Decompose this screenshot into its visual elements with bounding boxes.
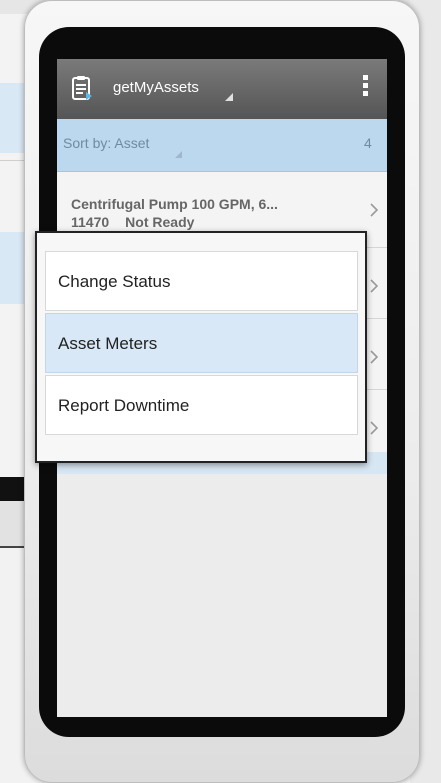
- clipboard-icon[interactable]: [71, 75, 93, 101]
- context-menu: Change Status Asset Meters Report Downti…: [35, 231, 367, 463]
- asset-title: Centrifugal Pump 100 GPM, 6...: [71, 196, 278, 212]
- sort-dropdown-caret-icon[interactable]: [175, 151, 182, 158]
- menu-item-change-status[interactable]: Change Status: [45, 251, 358, 311]
- menu-item-label: Change Status: [58, 272, 171, 291]
- menu-item-label: Asset Meters: [58, 334, 158, 353]
- sort-label[interactable]: Sort by: Asset: [63, 135, 149, 151]
- overflow-menu-icon[interactable]: [358, 75, 372, 103]
- phone-frame: getMyAssets Sort by: Asset 4 Centrifugal…: [24, 0, 420, 783]
- title-dropdown-caret-icon[interactable]: [225, 93, 233, 101]
- menu-item-report-downtime[interactable]: Report Downtime: [45, 375, 358, 435]
- sort-bar[interactable]: Sort by: Asset 4: [57, 119, 387, 172]
- result-count: 4: [364, 135, 372, 151]
- asset-status: Not Ready: [125, 214, 195, 230]
- menu-item-asset-meters[interactable]: Asset Meters: [45, 313, 358, 373]
- chevron-right-icon: [370, 421, 379, 435]
- chevron-right-icon: [370, 203, 379, 217]
- chevron-right-icon: [370, 279, 379, 293]
- app-header: getMyAssets: [57, 59, 387, 119]
- asset-number: 11470: [71, 214, 110, 230]
- chevron-right-icon: [370, 350, 379, 364]
- page-title[interactable]: getMyAssets: [113, 79, 199, 96]
- asset-subtitle: 11470 Not Ready: [71, 214, 194, 230]
- menu-item-label: Report Downtime: [58, 396, 190, 415]
